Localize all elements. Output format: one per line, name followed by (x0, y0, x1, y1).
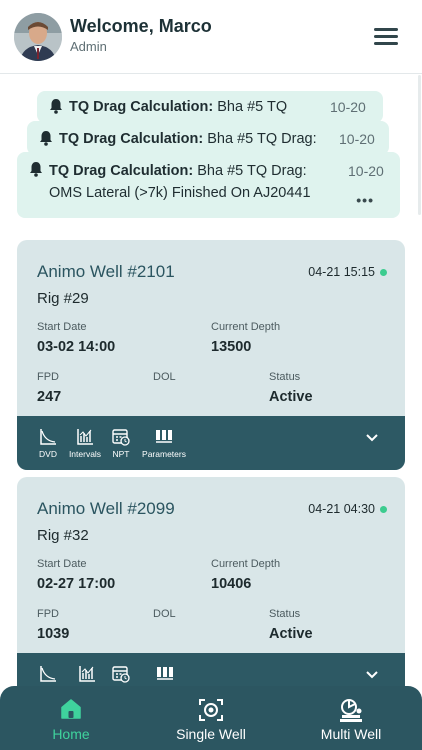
parameters-button[interactable]: Parameters (141, 428, 187, 459)
single-well-icon (199, 699, 223, 721)
intervals-label: Intervals (68, 449, 102, 459)
notification-date: 10-20 (339, 131, 375, 147)
rig-name: Rig #32 (37, 527, 89, 544)
parameters-icon (157, 667, 173, 680)
current-depth-value: 13500 (211, 339, 252, 355)
well-timestamp: 04-21 15:15 (308, 265, 375, 279)
status-value: Active (269, 626, 313, 642)
current-depth-label: Current Depth (211, 321, 281, 333)
user-role: Admin (70, 39, 107, 54)
rig-name: Rig #29 (37, 290, 89, 307)
fpd-value: 247 (37, 389, 62, 405)
app-header: Welcome, Marco Admin (0, 0, 422, 74)
fpd-value: 1039 (37, 626, 70, 642)
status-label: Status (269, 608, 301, 620)
chevron-down-icon[interactable] (365, 433, 379, 443)
scrollbar[interactable] (418, 75, 421, 215)
intervals-button[interactable]: Intervals (65, 428, 105, 459)
nav-multi-well[interactable]: Multi Well (281, 686, 421, 750)
current-depth-value: 10406 (211, 576, 252, 592)
nav-home[interactable]: Home (1, 686, 141, 750)
avatar[interactable] (14, 13, 62, 61)
notification-text: TQ Drag Calculation: Bha #5 TQ Drag: (49, 163, 307, 179)
notification-date: 10-20 (348, 163, 384, 179)
notification-card[interactable]: TQ Drag Calculation: Bha #5 TQ Drag: 10-… (27, 121, 389, 155)
well-card[interactable]: Animo Well #2099 04-21 04:30 Rig #32 Sta… (17, 477, 405, 717)
intervals-button[interactable] (75, 665, 99, 683)
well-actions-bar: DVD Intervals NPT Parameters (17, 416, 405, 470)
bell-icon (40, 131, 52, 146)
multi-well-icon (340, 699, 362, 722)
notification-text: TQ Drag Calculation: Bha #5 TQ (69, 99, 288, 115)
nav-multi-well-label: Multi Well (320, 726, 382, 742)
nav-home-label: Home (52, 726, 90, 742)
intervals-icon (77, 429, 93, 445)
bell-icon (50, 99, 62, 114)
status-dot (380, 269, 387, 276)
parameters-label: Parameters (142, 449, 186, 459)
npt-button[interactable]: NPT (109, 428, 133, 459)
parameters-button[interactable] (153, 665, 177, 683)
notification-stack: TQ Drag Calculation: Bha #5 TQ 10-20 TQ … (0, 75, 422, 225)
more-options-icon[interactable]: ••• (356, 192, 374, 208)
parameters-icon (156, 430, 172, 443)
dvd-icon (40, 666, 56, 682)
notification-card[interactable]: TQ Drag Calculation: Bha #5 TQ 10-20 (37, 91, 383, 123)
nav-single-well-label: Single Well (176, 726, 246, 742)
dvd-button[interactable]: DVD (33, 428, 63, 459)
status-dot (380, 506, 387, 513)
dvd-label: DVD (39, 449, 57, 459)
chevron-down-icon[interactable] (365, 670, 379, 680)
start-date-label: Start Date (37, 321, 87, 333)
start-date-label: Start Date (37, 558, 87, 570)
notification-card[interactable]: TQ Drag Calculation: Bha #5 TQ Drag: 10-… (17, 152, 400, 218)
fpd-label: FPD (37, 608, 59, 620)
nav-single-well[interactable]: Single Well (141, 686, 281, 750)
welcome-title: Welcome, Marco (70, 16, 212, 36)
well-card[interactable]: Animo Well #2101 04-21 15:15 Rig #29 Sta… (17, 240, 405, 470)
npt-button[interactable] (109, 665, 133, 683)
fpd-label: FPD (37, 371, 59, 383)
menu-icon[interactable] (374, 28, 398, 46)
intervals-icon (79, 666, 95, 682)
dol-label: DOL (153, 608, 176, 620)
npt-label: NPT (112, 449, 130, 459)
well-name: Animo Well #2101 (37, 262, 175, 281)
start-date-value: 03-02 14:00 (37, 339, 116, 355)
bell-icon (30, 162, 42, 177)
notification-date: 10-20 (330, 99, 366, 115)
status-label: Status (269, 371, 301, 383)
well-timestamp: 04-21 04:30 (308, 502, 375, 516)
dvd-icon (40, 429, 56, 445)
dol-label: DOL (153, 371, 176, 383)
well-name: Animo Well #2099 (37, 499, 175, 518)
status-value: Active (269, 389, 313, 405)
home-icon (61, 699, 81, 719)
npt-icon (112, 666, 130, 683)
current-depth-label: Current Depth (211, 558, 281, 570)
bottom-navigation: Home Single Well Multi Well (0, 686, 422, 750)
npt-icon (112, 429, 130, 446)
notification-detail: OMS Lateral (>7k) Finished On AJ20441 (49, 185, 311, 201)
dvd-button[interactable] (33, 665, 63, 683)
notification-text: TQ Drag Calculation: Bha #5 TQ Drag: (59, 131, 317, 147)
start-date-value: 02-27 17:00 (37, 576, 116, 592)
